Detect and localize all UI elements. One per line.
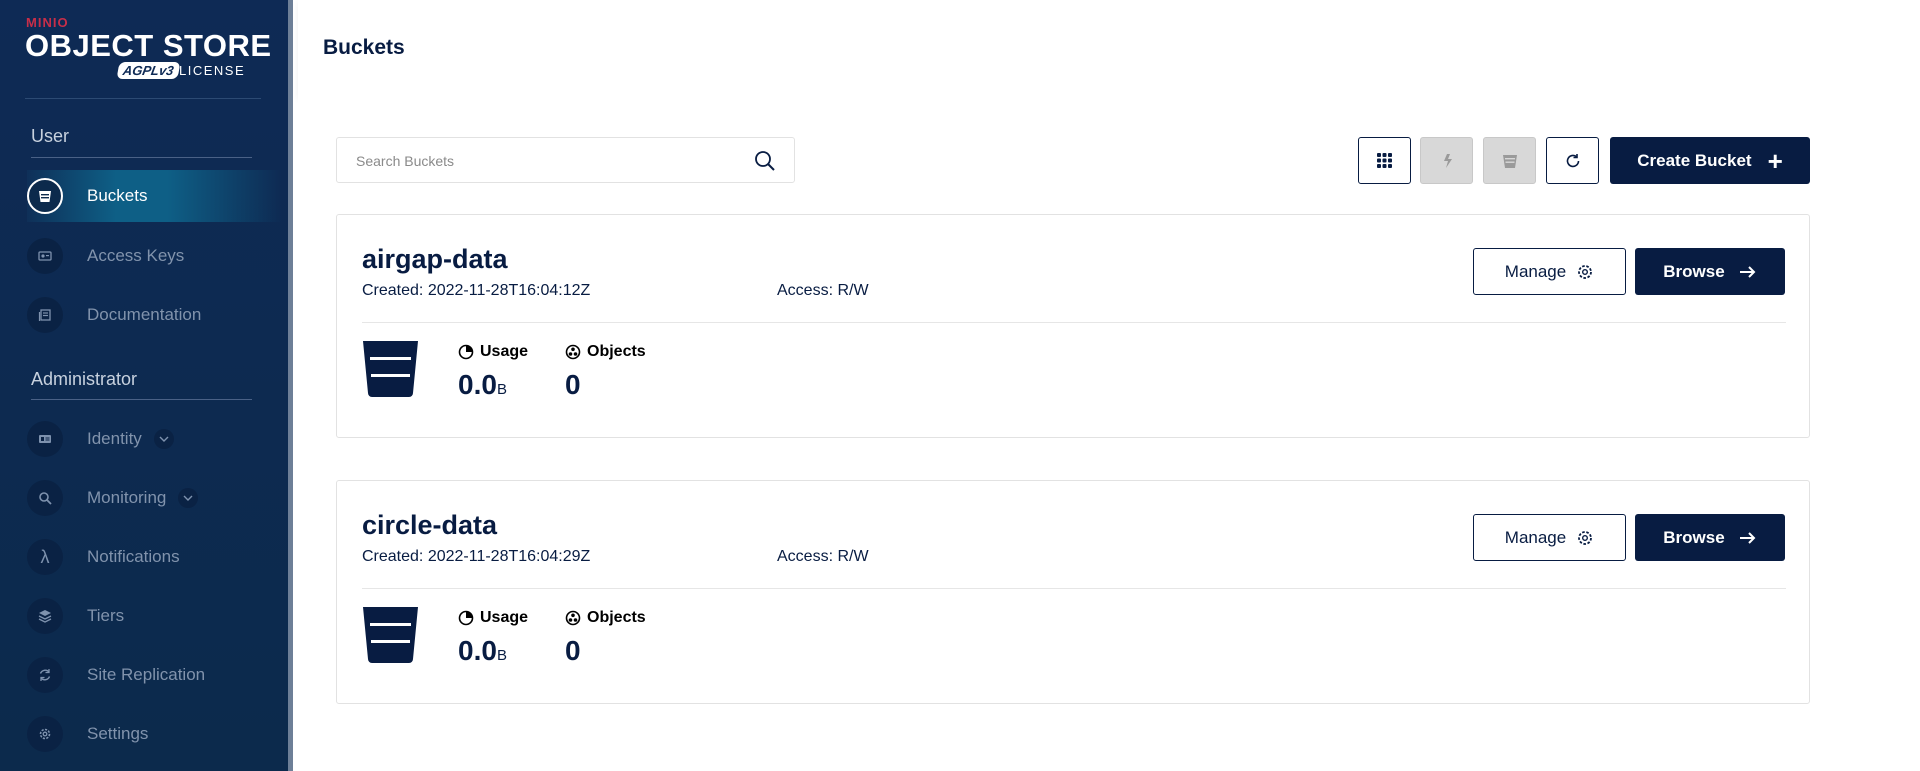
pie-chart-icon bbox=[458, 610, 474, 626]
replication-icon bbox=[27, 657, 63, 693]
bucket-name[interactable]: airgap-data bbox=[362, 244, 508, 275]
sidebar-item-site-replication[interactable]: Site Replication bbox=[27, 649, 282, 701]
gear-icon bbox=[1578, 264, 1593, 279]
objects-value: 0 bbox=[565, 635, 581, 666]
sidebar-item-settings[interactable]: Settings bbox=[27, 708, 282, 760]
sidebar-item-label: Access Keys bbox=[87, 246, 185, 265]
sidebar-item-label: Notifications bbox=[87, 547, 180, 566]
manage-button[interactable]: Manage bbox=[1473, 514, 1626, 561]
bucket-icon bbox=[363, 341, 418, 397]
bucket-card: airgap-data Created: 2022-11-28T16:04:12… bbox=[336, 214, 1810, 438]
minio-logo[interactable]: MINIO OBJECT STORE AGPLv3 LICENSE bbox=[25, 12, 271, 82]
sidebar-item-notifications[interactable]: λ Notifications bbox=[27, 531, 282, 583]
docs-icon bbox=[27, 297, 63, 333]
gear-icon bbox=[1578, 530, 1593, 545]
sidebar-item-identity[interactable]: Identity bbox=[27, 413, 282, 465]
browse-button[interactable]: Browse bbox=[1635, 514, 1785, 561]
sidebar-item-buckets[interactable]: Buckets bbox=[27, 170, 282, 222]
bucket-created: Created: 2022-11-28T16:04:29Z bbox=[362, 548, 591, 565]
usage-label: Usage bbox=[480, 609, 529, 626]
card-divider bbox=[362, 322, 1786, 323]
monitoring-icon bbox=[27, 480, 63, 516]
sidebar-item-documentation[interactable]: Documentation bbox=[27, 289, 282, 341]
identity-icon bbox=[27, 421, 63, 457]
select-icon bbox=[1443, 153, 1452, 168]
objects-icon bbox=[565, 610, 581, 626]
bucket-icon bbox=[363, 607, 418, 663]
objects-stat: Objects 0 bbox=[565, 343, 646, 401]
bucket-access: Access: R/W bbox=[777, 282, 869, 299]
grid-view-button[interactable] bbox=[1358, 137, 1411, 184]
page-title: Buckets bbox=[323, 36, 405, 59]
sidebar-item-label: Monitoring bbox=[87, 488, 167, 507]
page-header: Buckets bbox=[298, 0, 1920, 98]
manage-label: Manage bbox=[1504, 527, 1567, 547]
search-input[interactable] bbox=[356, 150, 736, 172]
sidebar-item-label: Site Replication bbox=[87, 665, 206, 684]
browse-button[interactable]: Browse bbox=[1635, 248, 1785, 295]
lambda-icon: λ bbox=[27, 539, 63, 575]
usage-unit: B bbox=[496, 647, 507, 664]
pie-chart-icon bbox=[458, 344, 474, 360]
logo-divider bbox=[25, 98, 261, 99]
chevron-down-icon[interactable] bbox=[153, 429, 174, 449]
usage-stat: Usage 0.0B bbox=[458, 343, 528, 401]
bucket-access: Access: R/W bbox=[777, 548, 869, 565]
section-divider bbox=[31, 157, 252, 158]
sidebar-item-label: Tiers bbox=[87, 606, 125, 625]
refresh-button[interactable] bbox=[1546, 137, 1599, 184]
sidebar: MINIO OBJECT STORE AGPLv3 LICENSE User B… bbox=[0, 0, 293, 771]
section-divider bbox=[31, 399, 252, 400]
bucket-card: circle-data Created: 2022-11-28T16:04:29… bbox=[336, 480, 1810, 704]
sidebar-item-tiers[interactable]: Tiers bbox=[27, 590, 282, 642]
agpl-badge: AGPLv3 bbox=[116, 62, 181, 79]
browse-label: Browse bbox=[1663, 527, 1725, 547]
bucket-icon bbox=[27, 178, 63, 214]
card-divider bbox=[362, 588, 1786, 589]
section-title-user: User bbox=[31, 126, 70, 146]
delete-buckets-button[interactable] bbox=[1483, 137, 1536, 184]
arrow-right-icon bbox=[1739, 265, 1756, 278]
refresh-icon bbox=[1566, 153, 1579, 167]
sidebar-item-label: Buckets bbox=[87, 186, 148, 205]
tiers-icon bbox=[27, 598, 63, 634]
usage-unit: B bbox=[496, 381, 507, 398]
plus-icon: + bbox=[1767, 145, 1783, 176]
gear-icon bbox=[27, 716, 63, 752]
section-title-administrator: Administrator bbox=[31, 369, 138, 389]
sidebar-item-label: Identity bbox=[87, 429, 142, 448]
create-bucket-label: Create Bucket bbox=[1637, 150, 1752, 170]
sidebar-item-label: Documentation bbox=[87, 305, 202, 324]
usage-label: Usage bbox=[480, 343, 529, 360]
manage-button[interactable]: Manage bbox=[1473, 248, 1626, 295]
bucket-name[interactable]: circle-data bbox=[362, 510, 497, 541]
objects-icon bbox=[565, 344, 581, 360]
license-label: LICENSE bbox=[179, 63, 246, 78]
bucket-created: Created: 2022-11-28T16:04:12Z bbox=[362, 282, 591, 299]
create-bucket-button[interactable]: Create Bucket + bbox=[1610, 137, 1810, 184]
chevron-down-icon[interactable] bbox=[178, 488, 199, 508]
usage-value: 0.0 bbox=[458, 635, 497, 666]
search-box[interactable] bbox=[336, 137, 795, 183]
usage-stat: Usage 0.0B bbox=[458, 609, 528, 667]
arrow-right-icon bbox=[1739, 531, 1756, 544]
bucket-delete-icon bbox=[1502, 154, 1517, 168]
brand-main: OBJECT STORE bbox=[25, 28, 272, 63]
browse-label: Browse bbox=[1663, 261, 1725, 281]
objects-stat: Objects 0 bbox=[565, 609, 646, 667]
objects-label: Objects bbox=[587, 609, 646, 626]
key-icon bbox=[27, 238, 63, 274]
sidebar-item-access-keys[interactable]: Access Keys bbox=[27, 230, 282, 282]
sidebar-item-label: Settings bbox=[87, 724, 149, 743]
multi-select-button[interactable] bbox=[1420, 137, 1473, 184]
grid-icon bbox=[1377, 153, 1392, 168]
manage-label: Manage bbox=[1504, 261, 1567, 281]
objects-label: Objects bbox=[587, 343, 646, 360]
usage-value: 0.0 bbox=[458, 369, 497, 400]
objects-value: 0 bbox=[565, 369, 581, 400]
search-icon[interactable] bbox=[754, 150, 776, 172]
sidebar-item-monitoring[interactable]: Monitoring bbox=[27, 472, 282, 524]
